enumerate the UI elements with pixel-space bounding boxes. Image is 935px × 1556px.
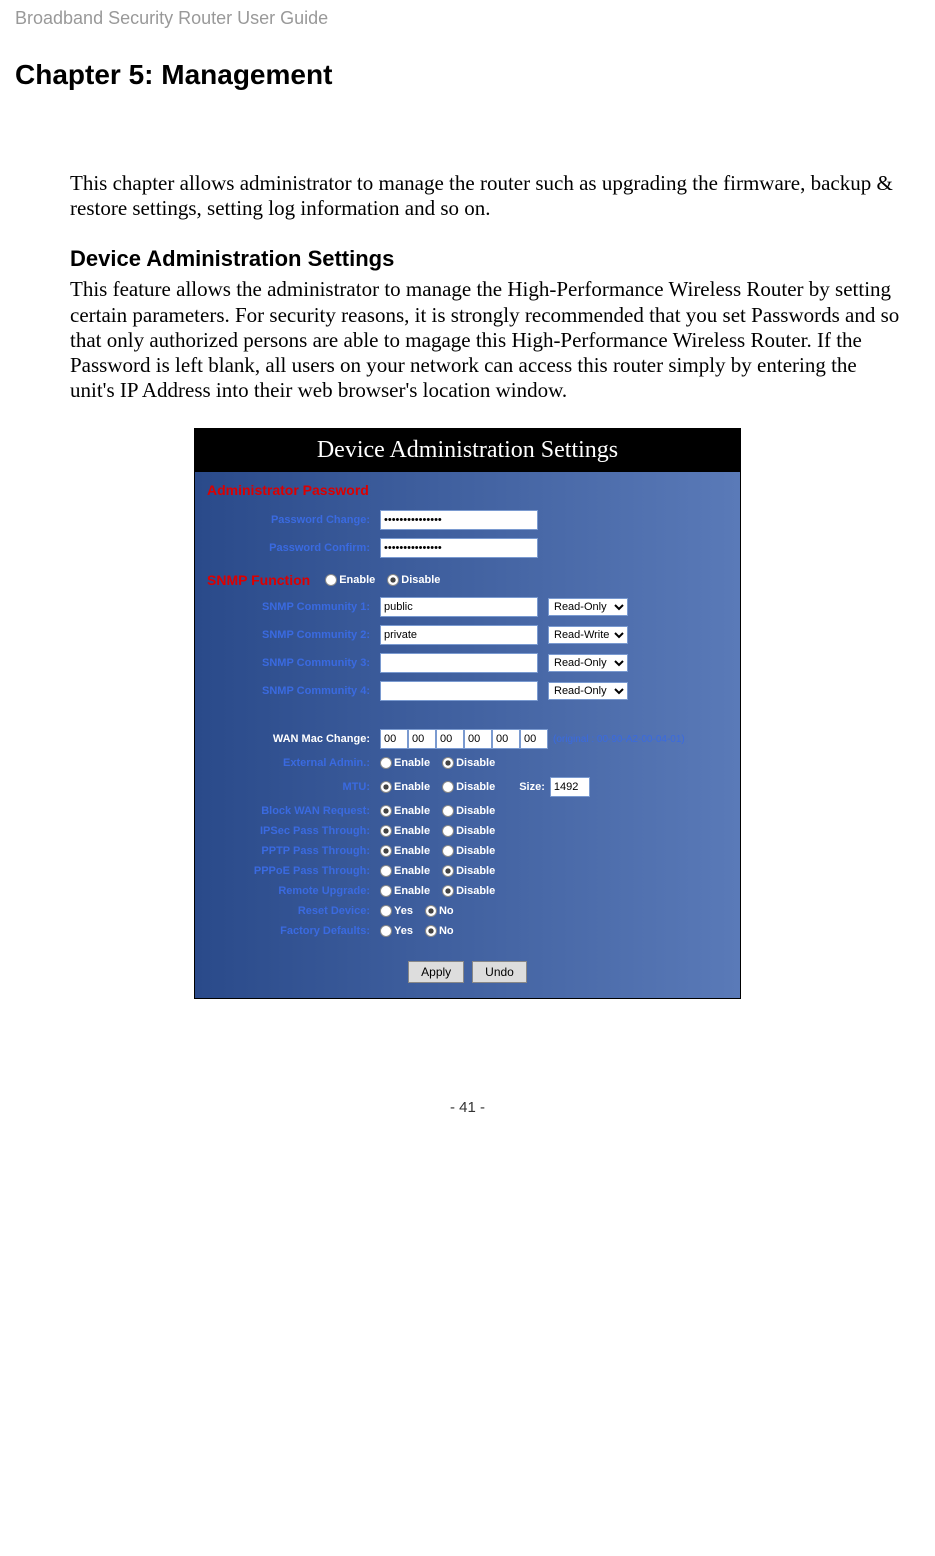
snmp4-select[interactable]: Read-Only <box>548 682 628 700</box>
snmp1-label: SNMP Community 1: <box>195 601 380 613</box>
section-title: Device Administration Settings <box>70 246 920 272</box>
factory-no-label: No <box>439 925 454 937</box>
block-wan-disable-radio[interactable] <box>442 805 454 817</box>
pptp-enable-label: Enable <box>394 845 430 857</box>
remote-upgrade-label: Remote Upgrade: <box>195 885 380 897</box>
factory-yes-radio[interactable] <box>380 925 392 937</box>
snmp-disable-radio[interactable] <box>387 574 399 586</box>
external-admin-disable-radio[interactable] <box>442 757 454 769</box>
snmp-disable-label: Disable <box>401 574 440 586</box>
mtu-disable-radio[interactable] <box>442 781 454 793</box>
reset-yes-label: Yes <box>394 905 413 917</box>
wan-mac-5[interactable] <box>520 729 548 749</box>
wan-mac-label: WAN Mac Change: <box>195 733 380 745</box>
undo-button[interactable]: Undo <box>472 961 527 983</box>
password-change-input[interactable] <box>380 510 538 530</box>
ipsec-disable-label: Disable <box>456 825 495 837</box>
remote-enable-radio[interactable] <box>380 885 392 897</box>
remote-enable-label: Enable <box>394 885 430 897</box>
ipsec-enable-radio[interactable] <box>380 825 392 837</box>
chapter-title: Chapter 5: Management <box>15 59 920 91</box>
password-confirm-label: Password Confirm: <box>195 542 380 554</box>
snmp3-input[interactable] <box>380 653 538 673</box>
wan-mac-0[interactable] <box>380 729 408 749</box>
reset-no-label: No <box>439 905 454 917</box>
password-confirm-input[interactable] <box>380 538 538 558</box>
external-admin-enable-radio[interactable] <box>380 757 392 769</box>
page-header: Broadband Security Router User Guide <box>15 8 920 29</box>
mtu-size-label: Size: <box>519 781 545 793</box>
snmp2-label: SNMP Community 2: <box>195 629 380 641</box>
ipsec-label: IPSec Pass Through: <box>195 825 380 837</box>
wan-mac-1[interactable] <box>408 729 436 749</box>
snmp2-select[interactable]: Read-Write <box>548 626 628 644</box>
pptp-enable-radio[interactable] <box>380 845 392 857</box>
snmp4-label: SNMP Community 4: <box>195 685 380 697</box>
snmp1-select[interactable]: Read-Only <box>548 598 628 616</box>
reset-device-label: Reset Device: <box>195 905 380 917</box>
ipsec-disable-radio[interactable] <box>442 825 454 837</box>
mtu-enable-radio[interactable] <box>380 781 392 793</box>
pptp-disable-radio[interactable] <box>442 845 454 857</box>
pptp-label: PPTP Pass Through: <box>195 845 380 857</box>
ipsec-enable-label: Enable <box>394 825 430 837</box>
snmp2-input[interactable] <box>380 625 538 645</box>
factory-no-radio[interactable] <box>425 925 437 937</box>
pppoe-enable-label: Enable <box>394 865 430 877</box>
external-admin-label: External Admin.: <box>195 757 380 769</box>
mtu-size-input[interactable] <box>550 777 590 797</box>
snmp4-input[interactable] <box>380 681 538 701</box>
mtu-enable-label: Enable <box>394 781 430 793</box>
snmp-enable-label: Enable <box>339 574 375 586</box>
factory-yes-label: Yes <box>394 925 413 937</box>
factory-defaults-label: Factory Defaults: <box>195 925 380 937</box>
paragraph-body: This feature allows the administrator to… <box>70 277 900 403</box>
pppoe-label: PPPoE Pass Through: <box>195 865 380 877</box>
snmp-enable-radio[interactable] <box>325 574 337 586</box>
admin-password-header: Administrator Password <box>195 472 740 506</box>
external-admin-disable-label: Disable <box>456 757 495 769</box>
reset-yes-radio[interactable] <box>380 905 392 917</box>
snmp1-input[interactable] <box>380 597 538 617</box>
block-wan-enable-radio[interactable] <box>380 805 392 817</box>
screenshot-title: Device Administration Settings <box>195 429 740 472</box>
mtu-label: MTU: <box>195 781 380 793</box>
block-wan-disable-label: Disable <box>456 805 495 817</box>
pptp-disable-label: Disable <box>456 845 495 857</box>
remote-disable-radio[interactable] <box>442 885 454 897</box>
mtu-disable-label: Disable <box>456 781 495 793</box>
block-wan-enable-label: Enable <box>394 805 430 817</box>
paragraph-intro: This chapter allows administrator to man… <box>70 171 900 221</box>
wan-mac-4[interactable] <box>492 729 520 749</box>
admin-screenshot: Device Administration Settings Administr… <box>194 428 741 999</box>
reset-no-radio[interactable] <box>425 905 437 917</box>
pppoe-disable-radio[interactable] <box>442 865 454 877</box>
pppoe-enable-radio[interactable] <box>380 865 392 877</box>
apply-button[interactable]: Apply <box>408 961 464 983</box>
snmp-function-label: SNMP Function <box>207 572 310 588</box>
remote-disable-label: Disable <box>456 885 495 897</box>
block-wan-label: Block WAN Request: <box>195 805 380 817</box>
page-number: - 41 - <box>15 1099 920 1116</box>
external-admin-enable-label: Enable <box>394 757 430 769</box>
wan-mac-original: (original : 00-90-A2-00-04-01) <box>553 734 685 745</box>
pppoe-disable-label: Disable <box>456 865 495 877</box>
snmp3-label: SNMP Community 3: <box>195 657 380 669</box>
wan-mac-2[interactable] <box>436 729 464 749</box>
wan-mac-3[interactable] <box>464 729 492 749</box>
snmp3-select[interactable]: Read-Only <box>548 654 628 672</box>
password-change-label: Password Change: <box>195 514 380 526</box>
